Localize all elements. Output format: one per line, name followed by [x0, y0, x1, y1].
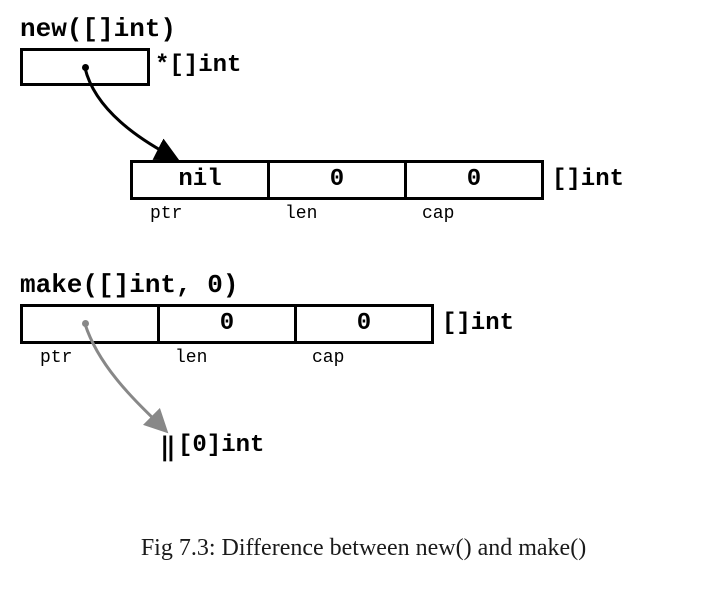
make-slice-cap-value: 0 [357, 310, 371, 337]
new-cap-label: cap [422, 204, 454, 224]
make-slice-ptr-cell [20, 304, 160, 344]
make-slice-len-cell: 0 [157, 304, 297, 344]
new-slice-cap-value: 0 [467, 166, 481, 193]
new-slice-cap-cell: 0 [404, 160, 544, 200]
new-title: new([]int) [20, 14, 176, 44]
zero-array-label: [0]int [178, 432, 264, 459]
make-cap-label: cap [312, 348, 344, 368]
figure-caption: Fig 7.3: Difference between new() and ma… [0, 535, 727, 562]
zero-array-bar: ‖ [160, 432, 175, 463]
make-len-label: len [175, 348, 207, 368]
new-slice-ptr-value: nil [178, 166, 221, 193]
new-len-label: len [285, 204, 317, 224]
make-slice-len-value: 0 [220, 310, 234, 337]
new-slice-len-cell: 0 [267, 160, 407, 200]
new-slice-len-value: 0 [330, 166, 344, 193]
pointer-type-label: *[]int [155, 52, 241, 79]
make-pointer-dot [82, 320, 89, 327]
pointer-dot [82, 64, 89, 71]
diagram-stage: new([]int) *[]int nil 0 0 []int ptr len … [0, 0, 727, 596]
new-slice-ptr-cell: nil [130, 160, 270, 200]
make-slice-type-label: []int [442, 310, 514, 337]
new-slice-type-label: []int [552, 166, 624, 193]
make-slice-cap-cell: 0 [294, 304, 434, 344]
make-ptr-label: ptr [40, 348, 72, 368]
new-ptr-label: ptr [150, 204, 182, 224]
make-title: make([]int, 0) [20, 270, 238, 300]
